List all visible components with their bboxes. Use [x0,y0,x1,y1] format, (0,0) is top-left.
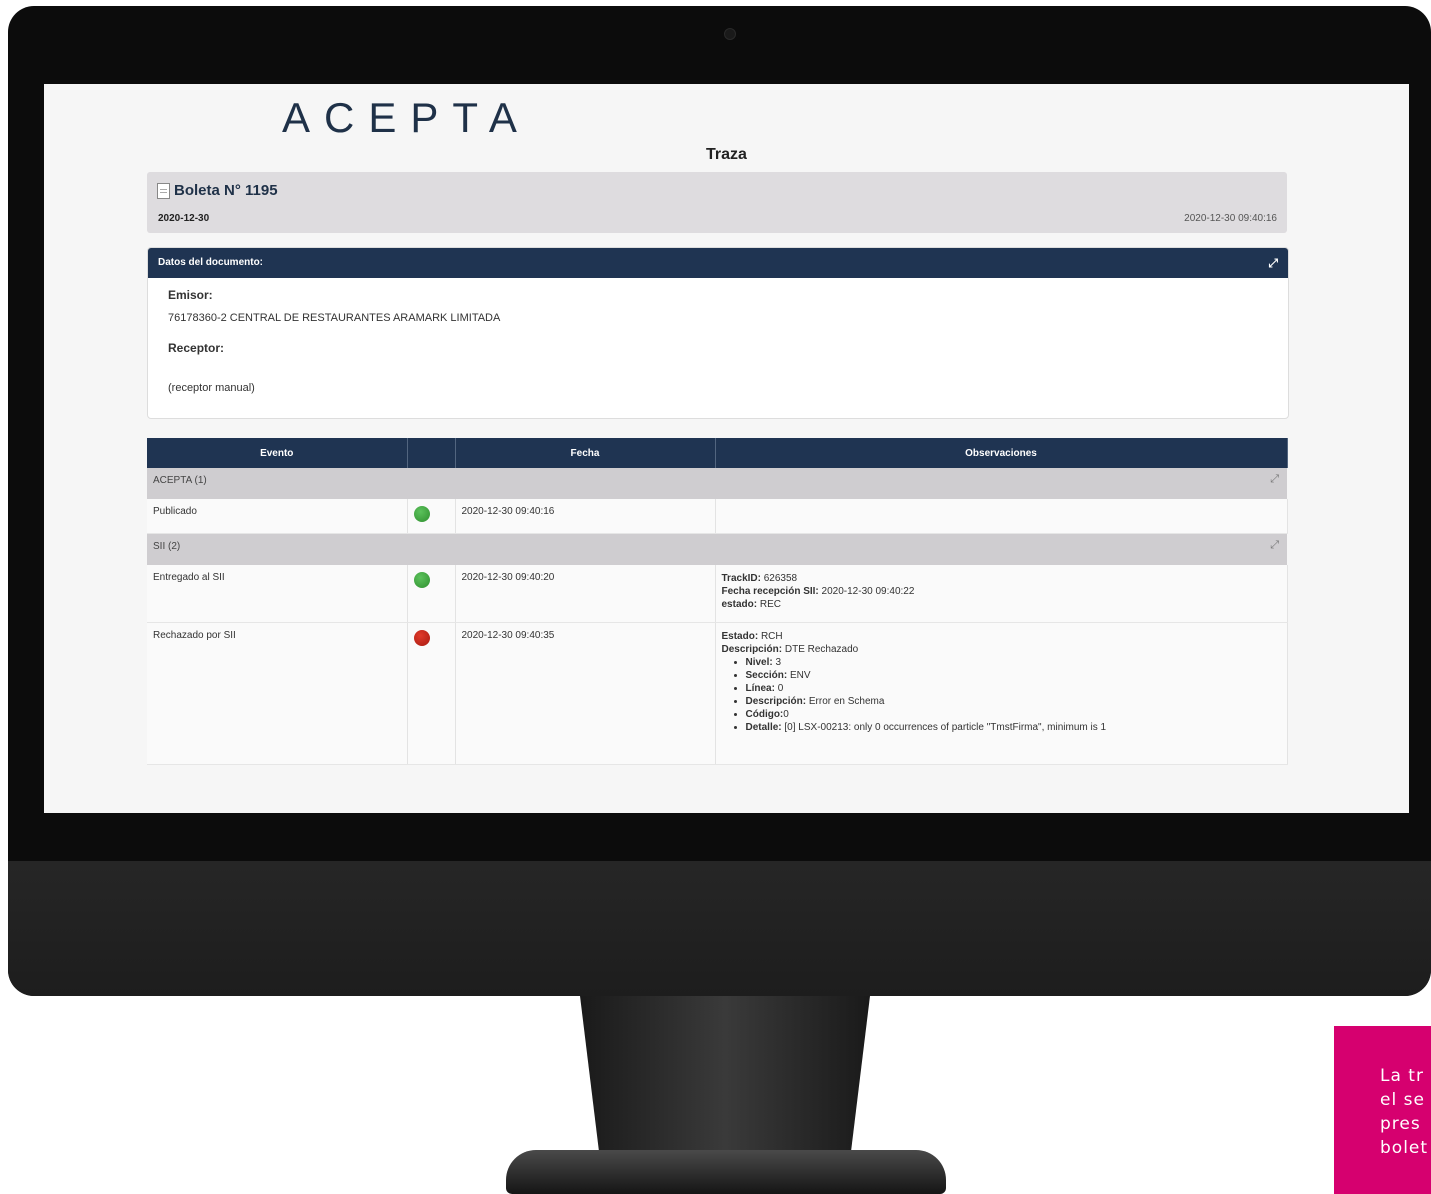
panel-header[interactable]: Datos del documento: ⤢ [148,248,1288,278]
expand-icon[interactable]: ⤢ [1270,473,1279,486]
table-row: Rechazado por SII 2020-12-30 09:40:35 Es… [147,622,1288,765]
observation-detail-list: Nivel: 3 Sección: ENV Línea: 0 Descripci… [722,656,1281,734]
screen: ACEPTA Traza Boleta N° 1195 2020-12-30 2… [44,84,1409,813]
observation-line: TrackID: 626358 [721,572,798,584]
group-cell: SII (2) ⤢ [147,533,1287,565]
emisor-value: 76178360-2 CENTRAL DE RESTAURANTES ARAMA… [168,312,501,324]
status-ok-icon [413,506,430,522]
document-title-text: Boleta N° 1195 [174,182,278,199]
status-error-icon [413,630,430,646]
panel-header-label: Datos del documento: [158,257,264,268]
table-row: Entregado al SII 2020-12-30 09:40:20 Tra… [147,564,1288,623]
status-cell [407,622,456,765]
list-item: Detalle: [0] LSX-00213: only 0 occurrenc… [746,721,1281,734]
expand-icon[interactable]: ⤢ [1270,539,1279,552]
event-date: 2020-12-30 09:40:35 [455,622,716,765]
callout-text: La tr el se pres bolet [1380,1066,1429,1158]
column-header-fecha: Fecha [455,438,716,468]
observation-line: Estado: RCH [721,631,783,642]
expand-icon[interactable]: ⤢ [1268,248,1278,278]
list-item: Descripción: Error en Schema [746,695,1281,708]
event-date: 2020-12-30 09:40:20 [455,564,716,623]
group-row-acepta[interactable]: ACEPTA (1) ⤢ [147,468,1287,499]
document-icon [157,182,170,199]
events-table: Evento Fecha Observaciones ACEPTA (1) ⤢ … [147,438,1288,765]
page-title: Traza [706,146,747,163]
document-title: Boleta N° 1195 [157,182,278,199]
receptor-value: (receptor manual) [168,382,255,394]
table-row: Publicado 2020-12-30 09:40:16 [147,499,1288,534]
event-observations: Estado: RCH Descripción: DTE Rechazado N… [715,622,1288,765]
group-label: SII (2) [153,540,181,552]
observation-line: estado: REC [721,598,781,610]
group-row-sii[interactable]: SII (2) ⤢ [147,533,1287,565]
observation-line: Fecha recepción SII: 2020-12-30 09:40:22 [721,585,915,597]
callout-box: La tr el se pres bolet [1334,1026,1431,1194]
list-item: Línea: 0 [746,682,1281,695]
group-label: ACEPTA (1) [153,475,207,486]
event-date: 2020-12-30 09:40:16 [455,499,716,534]
event-name: Publicado [147,499,408,534]
status-cell [407,499,456,534]
emisor-label: Emisor: [168,288,213,302]
column-header-evento: Evento [147,438,408,468]
event-observations: TrackID: 626358 Fecha recepción SII: 202… [715,564,1288,623]
document-timestamp: 2020-12-30 09:40:16 [1184,213,1277,224]
document-date: 2020-12-30 [158,213,210,224]
list-item: Nivel: 3 [746,656,1281,669]
table-header-row: Evento Fecha Observaciones [147,438,1288,468]
acepta-logo[interactable]: ACEPTA [282,94,531,142]
list-item: Sección: ENV [746,669,1281,682]
document-header: Boleta N° 1195 2020-12-30 2020-12-30 09:… [147,172,1287,233]
monitor-base [506,1150,946,1194]
monitor-chin [8,861,1431,996]
receptor-label: Receptor: [168,341,225,355]
document-details-panel: Datos del documento: ⤢ Emisor: 76178360-… [147,247,1289,419]
event-observations [715,499,1288,534]
camera-icon [724,28,736,40]
column-header-status [407,438,456,468]
column-header-observaciones: Observaciones [715,438,1288,468]
list-item: Código:0 [746,708,1281,721]
group-cell: ACEPTA (1) ⤢ [147,468,1287,499]
status-cell [407,564,456,623]
event-name: Rechazado por SII [147,622,408,765]
observation-line: Descripción: DTE Rechazado [721,644,859,655]
event-name: Entregado al SII [147,564,408,623]
status-ok-icon [413,571,430,588]
